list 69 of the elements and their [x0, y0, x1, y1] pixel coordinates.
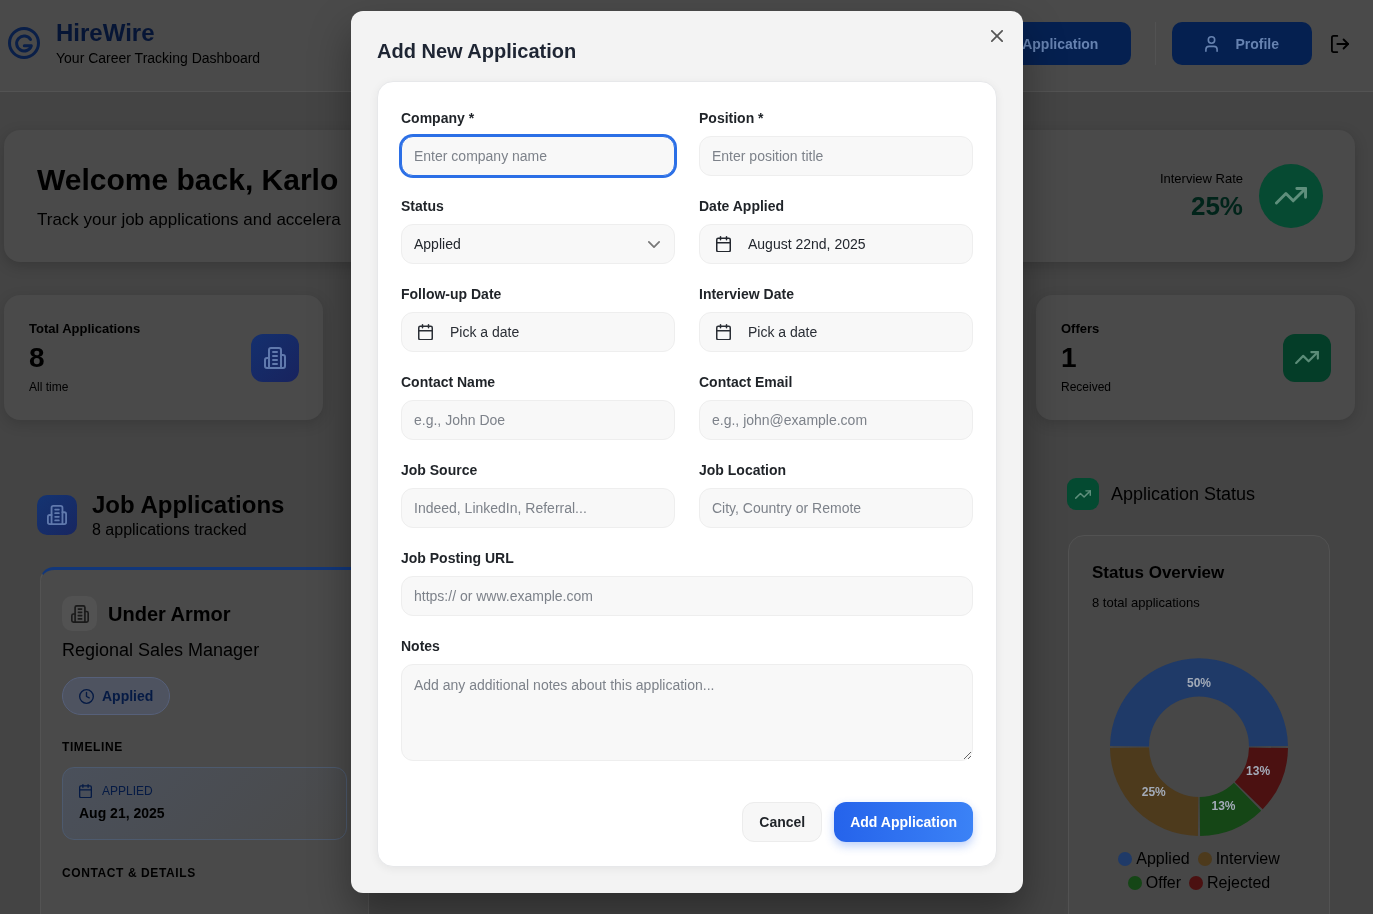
section-subtitle: 8 applications tracked — [92, 520, 248, 540]
logo-icon — [8, 26, 40, 59]
stat-value: 1 — [1061, 340, 1078, 375]
field-label: Job Location — [699, 461, 788, 480]
stat-label: Offers — [1061, 320, 1101, 337]
legend-label: Interview — [1215, 849, 1280, 869]
field-label: Notes — [401, 637, 441, 656]
field-label: Job Posting URL — [401, 549, 515, 568]
welcome-subtitle: Track your job applications and accelera — [37, 208, 341, 231]
close-icon — [991, 30, 1003, 42]
status-text: Applied — [102, 688, 154, 704]
interview-rate-value: 25% — [1189, 191, 1243, 221]
stat-note: Received — [1061, 378, 1112, 395]
card-title: Status Overview — [1092, 563, 1226, 583]
field-label: Contact Name — [401, 373, 497, 392]
chevron-down-icon — [648, 240, 660, 248]
field-label: Job Source — [401, 461, 479, 480]
profile-button[interactable]: Profile — [1172, 22, 1312, 65]
section-label: CONTACT & DETAILS — [62, 865, 197, 881]
field-label: Date Applied — [699, 197, 786, 216]
welcome-heading: Welcome back, Karlo — [37, 161, 340, 198]
timeline-label: APPLIED — [102, 783, 153, 799]
app-name: HireWire — [56, 18, 156, 47]
calendar-icon — [716, 235, 731, 253]
user-icon — [1205, 35, 1219, 52]
calendar-icon — [716, 323, 731, 341]
slice-label: 13% — [1246, 764, 1271, 779]
submit-button[interactable]: Add Application — [834, 802, 973, 842]
section-title: Job Applications — [92, 490, 285, 520]
field-label: Contact Email — [699, 373, 794, 392]
building-icon — [251, 333, 299, 382]
card-subtitle: 8 total applications — [1092, 594, 1201, 612]
field-label: Interview Date — [699, 285, 795, 304]
stat-note: All time — [29, 378, 70, 395]
field-label: Follow-up Date — [401, 285, 503, 304]
legend-label: Applied — [1136, 849, 1190, 869]
logout-icon — [1331, 34, 1349, 53]
date-field[interactable]: Pick a date — [699, 312, 973, 352]
field-label: Position * — [699, 109, 765, 128]
select-field[interactable]: Applied — [401, 224, 675, 264]
stat-label: Total Applications — [29, 320, 141, 337]
timeline-date: Aug 21, 2025 — [79, 804, 166, 822]
modal-title: Add New Application — [377, 39, 578, 64]
date-field[interactable]: August 22nd, 2025 — [699, 224, 973, 264]
date-field[interactable]: Pick a date — [401, 312, 675, 352]
company-name: Under Armor — [108, 601, 231, 626]
slice-label: 50% — [1187, 676, 1211, 690]
field-label: Company * — [401, 109, 476, 128]
calendar-icon — [79, 783, 92, 799]
section-title: Application Status — [1111, 483, 1256, 505]
textarea-field[interactable]: Add any additional notes about this application... — [401, 664, 973, 761]
trending-up-icon — [1067, 478, 1099, 510]
building-icon — [37, 495, 77, 535]
section-label: TIMELINE — [62, 739, 124, 755]
clock-icon — [79, 688, 94, 704]
legend-label: Offer — [1145, 873, 1182, 893]
slice-label: 13% — [1211, 799, 1236, 814]
cancel-button[interactable]: Cancel — [742, 802, 823, 842]
input-field[interactable]: Enter company name — [401, 136, 675, 176]
legend-label: Rejected — [1207, 873, 1271, 893]
trending-up-icon — [1283, 333, 1331, 382]
interview-rate-label: Interview Rate — [1159, 171, 1243, 187]
tagline: Your Career Tracking Dashboard — [56, 48, 261, 67]
field-label: Status — [401, 197, 445, 216]
building-icon — [62, 596, 97, 631]
calendar-icon — [418, 323, 433, 341]
slice-label: 25% — [1141, 785, 1166, 800]
stat-value: 8 — [29, 340, 46, 375]
position-title: Regional Sales Manager — [62, 639, 261, 661]
